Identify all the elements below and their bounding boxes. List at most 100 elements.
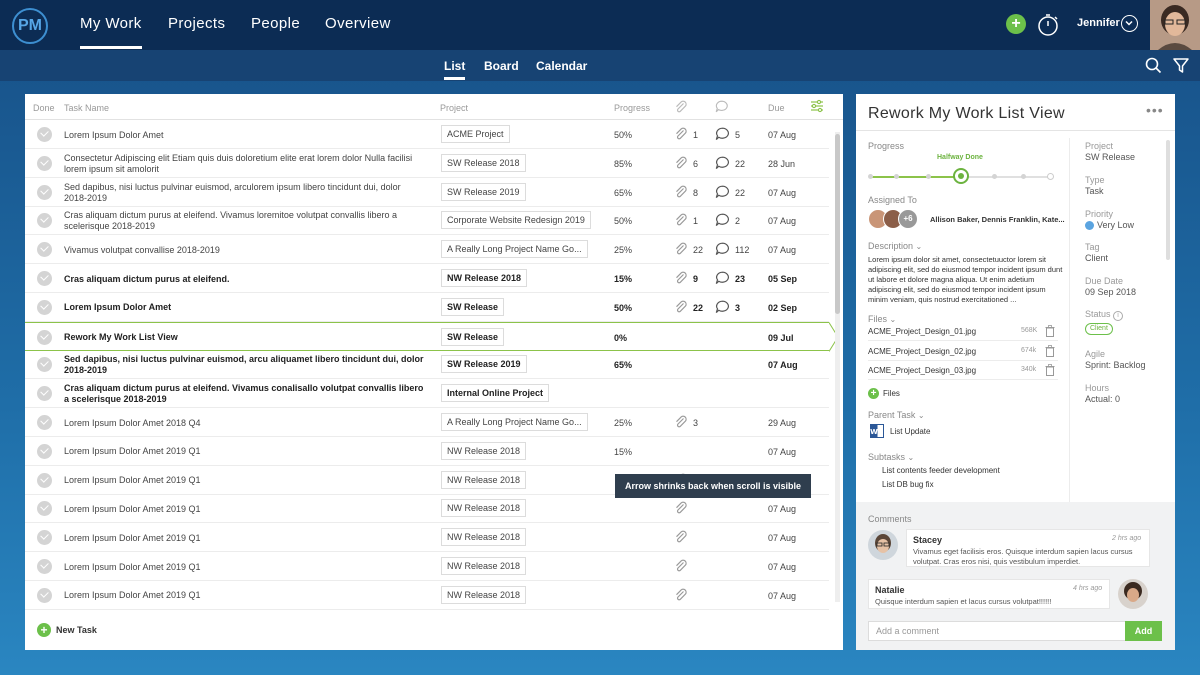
- table-row[interactable]: Sed dapibus, nisi luctus pulvinar euismo…: [25, 350, 829, 380]
- comment-bubble-icon[interactable]: [715, 271, 730, 285]
- subtask-item[interactable]: List DB bug fix: [882, 480, 934, 489]
- more-assignees-badge[interactable]: +6: [898, 209, 918, 229]
- project-chip[interactable]: Internal Online Project: [441, 384, 550, 403]
- paperclip-icon[interactable]: [674, 127, 688, 141]
- nav-overview[interactable]: Overview: [325, 15, 391, 32]
- paperclip-icon[interactable]: [674, 185, 688, 199]
- filter-icon[interactable]: [1173, 57, 1189, 74]
- file-item[interactable]: ACME_Project_Design_01.jpg 568K: [868, 322, 1058, 341]
- table-row[interactable]: Lorem Ipsum Dolor Amet 2019 Q1 NW Release…: [25, 552, 829, 581]
- task-name[interactable]: Cras aliquam dictum purus at eleifend.: [64, 267, 426, 291]
- project-chip[interactable]: NW Release 2018: [441, 528, 527, 547]
- done-checkbox[interactable]: [37, 501, 52, 517]
- project-chip[interactable]: NW Release 2018: [441, 470, 527, 489]
- project-chip[interactable]: SW Release 2019: [441, 182, 526, 201]
- paperclip-icon[interactable]: [674, 156, 688, 170]
- more-options-icon[interactable]: •••: [1146, 102, 1164, 118]
- project-chip[interactable]: NW Release 2018: [441, 557, 527, 575]
- comment-card[interactable]: Stacey 2 hrs ago Vivamus eget facilisis …: [906, 529, 1150, 567]
- table-row[interactable]: Rework My Work List View SW Release 0% 09 J…: [25, 321, 839, 352]
- file-item[interactable]: ACME_Project_Design_03.jpg 340k: [868, 361, 1058, 380]
- table-row[interactable]: Cras aliquam dictum purus at eleifend. NW…: [25, 264, 829, 293]
- done-checkbox[interactable]: [37, 184, 52, 200]
- file-name[interactable]: ACME_Project_Design_01.jpg: [868, 327, 976, 336]
- slider-tick[interactable]: [1021, 174, 1026, 179]
- project-chip[interactable]: Corporate Website Redesign 2019: [441, 211, 591, 230]
- done-checkbox[interactable]: [37, 242, 52, 258]
- task-name[interactable]: Lorem Ipsum Dolor Amet: [64, 296, 426, 320]
- tab-board[interactable]: Board: [484, 59, 519, 73]
- task-name[interactable]: Cras aliquam dictum purus at eleifend. V…: [64, 382, 426, 406]
- trash-icon[interactable]: [1045, 344, 1055, 359]
- tab-calendar[interactable]: Calendar: [536, 59, 587, 73]
- column-due[interactable]: Due: [768, 103, 785, 113]
- nav-my-work[interactable]: My Work: [80, 15, 142, 49]
- slider-tick[interactable]: [894, 174, 899, 179]
- done-checkbox[interactable]: [37, 530, 52, 546]
- project-chip[interactable]: NW Release 2018: [441, 269, 528, 287]
- done-checkbox[interactable]: [37, 587, 52, 603]
- chevron-down-icon[interactable]: [1121, 15, 1138, 32]
- due-date-value[interactable]: 09 Sep 2018: [1085, 287, 1136, 297]
- table-row[interactable]: Lorem Ipsum Dolor Amet SW Release 50% 22 3 02…: [25, 293, 829, 322]
- paperclip-icon[interactable]: [674, 588, 688, 602]
- detail-title[interactable]: Rework My Work List View: [868, 105, 1065, 123]
- table-row[interactable]: Consectetur Adipiscing elit Etiam quis d…: [25, 149, 829, 178]
- progress-slider-knob[interactable]: [953, 168, 969, 184]
- description-text[interactable]: Lorem ipsum dolor sit amet, consectetuuc…: [868, 255, 1063, 305]
- done-checkbox[interactable]: [37, 155, 52, 171]
- stopwatch-icon[interactable]: [1036, 12, 1060, 38]
- user-name[interactable]: Jennifer: [1077, 17, 1120, 29]
- tab-list[interactable]: List: [444, 59, 466, 80]
- task-name[interactable]: Cras aliquam dictum purus at eleifend. V…: [64, 209, 426, 233]
- column-task-name[interactable]: Task Name: [64, 103, 109, 113]
- comment-bubble-icon[interactable]: [715, 242, 730, 256]
- done-checkbox[interactable]: [37, 329, 52, 345]
- table-row[interactable]: Lorem Ipsum Dolor Amet 2019 Q1 NW Release…: [25, 581, 829, 610]
- attachment-column-icon[interactable]: [674, 100, 688, 114]
- paperclip-icon[interactable]: [674, 213, 688, 227]
- slider-tick[interactable]: [926, 174, 931, 179]
- table-row[interactable]: Lorem Ipsum Dolor Amet 2019 Q1 NW Release…: [25, 494, 829, 524]
- task-name[interactable]: Sed dapibus, nisi luctus pulvinar euismo…: [64, 181, 426, 205]
- task-name[interactable]: Lorem Ipsum Dolor Amet 2019 Q1: [64, 469, 426, 493]
- done-checkbox[interactable]: [37, 299, 52, 315]
- column-done[interactable]: Done: [33, 103, 55, 113]
- task-name[interactable]: Vivamus volutpat convallise 2018-2019: [64, 238, 426, 262]
- comment-bubble-icon[interactable]: [715, 156, 730, 170]
- task-name[interactable]: Lorem Ipsum Dolor Amet 2019 Q1: [64, 497, 426, 521]
- info-icon[interactable]: i: [1113, 311, 1124, 321]
- paperclip-icon[interactable]: [674, 530, 688, 544]
- comment-card[interactable]: Natalie 4 hrs ago Quisque interdum sapie…: [868, 579, 1110, 609]
- column-project[interactable]: Project: [440, 103, 468, 113]
- column-progress[interactable]: Progress: [614, 103, 650, 113]
- done-checkbox[interactable]: [37, 443, 52, 459]
- subtask-item[interactable]: List contents feeder development: [882, 466, 1000, 475]
- search-icon[interactable]: [1145, 57, 1162, 74]
- project-value[interactable]: SW Release: [1085, 152, 1135, 162]
- comment-bubble-icon[interactable]: [715, 300, 730, 314]
- parent-task-label[interactable]: Parent Task ⌄: [868, 410, 925, 420]
- comment-bubble-icon[interactable]: [715, 127, 730, 141]
- comment-bubble-icon[interactable]: [715, 185, 730, 199]
- task-name[interactable]: Lorem Ipsum Dolor Amet 2019 Q1: [64, 584, 426, 608]
- add-new-button[interactable]: +: [1006, 14, 1026, 34]
- paperclip-icon[interactable]: [674, 559, 688, 573]
- task-name[interactable]: Lorem Ipsum Dolor Amet 2019 Q1: [64, 555, 426, 579]
- table-row[interactable]: Cras aliquam dictum purus at eleifend. V…: [25, 206, 829, 236]
- file-item[interactable]: ACME_Project_Design_02.jpg 674k: [868, 342, 1058, 361]
- tag-value[interactable]: Client: [1085, 253, 1108, 263]
- slider-tick[interactable]: [1047, 173, 1054, 180]
- subtasks-label[interactable]: Subtasks ⌄: [868, 452, 914, 462]
- comment-input[interactable]: Add a comment: [868, 621, 1126, 641]
- table-row[interactable]: Sed dapibus, nisi luctus pulvinar euismo…: [25, 178, 829, 207]
- done-checkbox[interactable]: [37, 559, 52, 574]
- project-chip[interactable]: A Really Long Project Name Go...: [441, 413, 588, 431]
- description-label[interactable]: Description ⌄: [868, 241, 922, 251]
- task-name[interactable]: Lorem Ipsum Dolor Amet 2019 Q1: [64, 440, 426, 464]
- table-row[interactable]: Lorem Ipsum Dolor Amet 2019 Q1 NW Release…: [25, 523, 829, 553]
- paperclip-icon[interactable]: [674, 415, 688, 429]
- new-task-button[interactable]: + New Task: [37, 623, 97, 637]
- project-chip[interactable]: SW Release 2019: [441, 355, 527, 374]
- user-avatar[interactable]: [1150, 0, 1200, 50]
